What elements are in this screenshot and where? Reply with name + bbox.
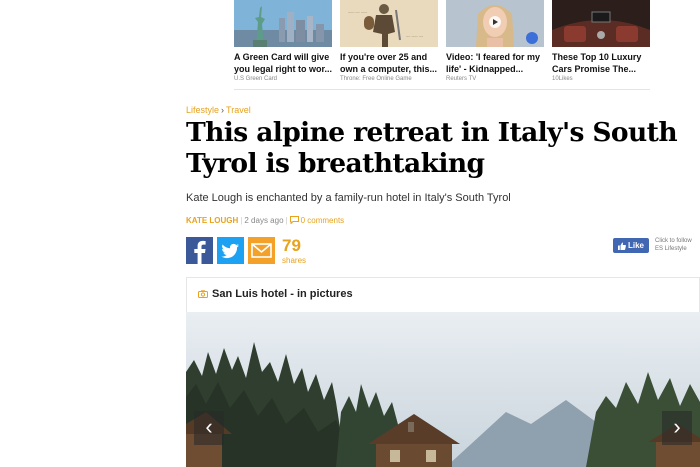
publish-time: 2 days ago: [244, 216, 284, 225]
comment-icon: [289, 216, 299, 225]
promo-title-line1[interactable]: These Top 10 Luxury: [552, 51, 650, 63]
svg-text:~~~ ~~ ~~~: ~~~ ~~ ~~~: [348, 10, 368, 15]
promo-card[interactable]: These Top 10 Luxury Cars Promise The... …: [552, 0, 650, 82]
sponsored-promo-strip: A Green Card will give you legal right t…: [234, 0, 650, 90]
promo-title-line1[interactable]: Video: 'I feared for my: [446, 51, 544, 63]
breadcrumb-lifestyle-link[interactable]: Lifestyle: [186, 105, 219, 115]
promo-title-line1[interactable]: A Green Card will give: [234, 51, 332, 63]
promo-title-line2[interactable]: you legal right to wor...: [234, 63, 332, 75]
breadcrumb: Lifestyle › Travel: [186, 105, 251, 115]
promo-title-line1[interactable]: If you're over 25 and: [340, 51, 438, 63]
email-share-button[interactable]: [248, 237, 275, 264]
promo-card[interactable]: Video: 'I feared for my life' - Kidnappe…: [446, 0, 544, 82]
byline: KATE LOUGH | 2 days ago | 0 comments: [186, 216, 344, 225]
thumbs-up-icon: [617, 242, 626, 250]
author-link[interactable]: KATE LOUGH: [186, 216, 238, 225]
gallery-hotel-photo[interactable]: [186, 312, 700, 467]
follow-prompt-line1: Click to follow: [655, 238, 692, 244]
promo-title-line2[interactable]: Cars Promise The...: [552, 63, 650, 75]
promo-source: 10Likes: [552, 76, 573, 82]
promo-source: Throne: Free Online Game: [340, 76, 412, 82]
statue-of-liberty-image[interactable]: [234, 0, 332, 47]
byline-divider: |: [285, 216, 288, 225]
promo-card[interactable]: ~~~ ~~ ~~~ ~~ ~~~ ~~ If you're over 25 a…: [340, 0, 438, 82]
promo-source: Reuters TV: [446, 76, 477, 82]
breadcrumb-travel-link[interactable]: Travel: [226, 105, 251, 115]
facebook-share-button[interactable]: [186, 237, 213, 264]
article-standfirst: Kate Lough is enchanted by a family-run …: [186, 192, 511, 204]
warrior-figure-image[interactable]: ~~~ ~~ ~~~ ~~ ~~~ ~~: [340, 0, 438, 47]
follow-prompt: Click to follow ES Lifestyle: [655, 237, 692, 253]
breadcrumb-separator: ›: [221, 105, 225, 115]
luxury-car-interior-image[interactable]: [552, 0, 650, 47]
article-headline: This alpine retreat in Italy's South Tyr…: [186, 117, 678, 179]
share-count: 79: [282, 236, 301, 255]
promo-title-line2[interactable]: life' - Kidnapped...: [446, 63, 544, 75]
comments-count[interactable]: 0 comments: [301, 216, 345, 225]
facebook-icon: [194, 240, 206, 264]
promo-card[interactable]: A Green Card will give you legal right t…: [234, 0, 332, 82]
chevron-right-icon: ›: [673, 414, 681, 439]
promo-title-line2[interactable]: own a computer, this...: [340, 63, 438, 75]
follow-prompt-line2: ES Lifestyle: [655, 246, 687, 252]
woman-portrait-image[interactable]: [446, 0, 544, 47]
email-icon: [251, 243, 272, 258]
twitter-icon: [221, 243, 239, 259]
promo-source: U.S Green Card: [234, 76, 278, 82]
comments-link[interactable]: 0 comments: [289, 216, 345, 225]
chevron-left-icon: ‹: [205, 414, 213, 439]
camera-icon: [198, 290, 208, 298]
gallery-title: San Luis hotel - in pictures: [212, 288, 353, 300]
gallery-next-button[interactable]: ›: [662, 411, 692, 445]
share-count-label: shares: [282, 256, 307, 265]
svg-text:~~ ~~~ ~~: ~~ ~~~ ~~: [406, 34, 424, 39]
facebook-like-button[interactable]: Like: [613, 238, 649, 253]
twitter-share-button[interactable]: [217, 237, 244, 264]
gallery-prev-button[interactable]: ‹: [194, 411, 224, 445]
promo-divider: [234, 89, 650, 90]
byline-divider: |: [240, 216, 243, 225]
like-label: Like: [627, 241, 644, 250]
